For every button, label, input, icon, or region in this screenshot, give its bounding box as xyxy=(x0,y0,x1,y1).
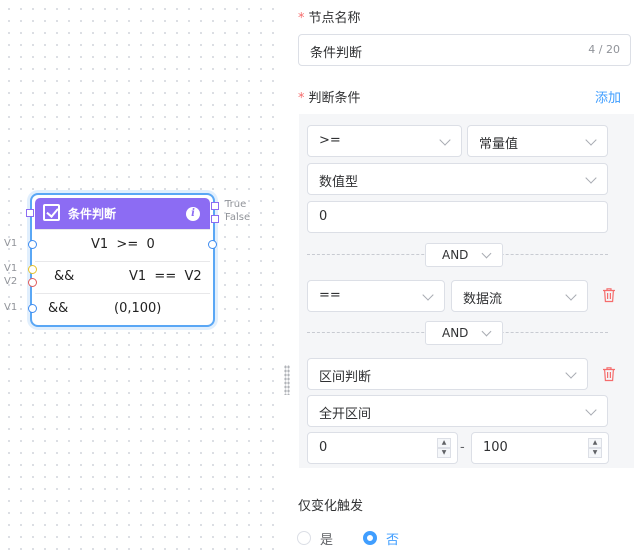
output-label-false: False xyxy=(225,212,251,223)
node-condition-row: && (0,100) xyxy=(35,293,210,325)
logic-and-select[interactable]: AND xyxy=(425,321,503,345)
chevron-down-icon xyxy=(481,248,492,259)
node-logic-operator: && xyxy=(48,301,69,316)
chevron-down-icon xyxy=(585,404,597,416)
node-name-label: * 节点名称 xyxy=(298,11,361,26)
port-label-v1: V1 xyxy=(4,238,18,249)
radio-no[interactable] xyxy=(363,531,377,545)
flow-canvas[interactable]: True False V1 V1 V2 V1 条件判断 i V1 >= 0 &&… xyxy=(0,0,284,557)
chevron-down-icon xyxy=(481,326,492,337)
data-type-select[interactable]: 数值型 xyxy=(307,163,608,195)
spinner-arrows-icon[interactable]: ▲ ▼ xyxy=(588,438,602,458)
input-port-v2[interactable] xyxy=(28,278,37,287)
node-name-input[interactable]: 条件判断 4 / 20 xyxy=(298,34,631,66)
input-port-v1[interactable] xyxy=(28,304,37,313)
trigger-label: 仅变化触发 xyxy=(298,499,364,514)
radio-no-label[interactable]: 否 xyxy=(386,529,399,548)
chevron-down-icon xyxy=(565,289,577,301)
interval-max-input[interactable]: 100 ▲ ▼ xyxy=(471,432,609,464)
add-condition-link[interactable]: 添加 xyxy=(595,87,621,106)
node-expression: (0,100) xyxy=(114,301,162,316)
properties-panel: * 节点名称 条件判断 4 / 20 * 判断条件 添加 >= 常量值 数值型 0 … xyxy=(290,0,636,557)
node-condition-row: && V1 == V2 xyxy=(35,261,210,293)
input-port-v1[interactable] xyxy=(28,240,37,249)
conditions-container: >= 常量值 数值型 0 AND == 数据流 AND 区间判断 全开区间 0 … xyxy=(299,114,634,468)
value-source-select[interactable]: 数据流 xyxy=(451,280,588,312)
checkbox-icon xyxy=(43,204,60,221)
trash-icon[interactable] xyxy=(602,287,616,303)
port-label-v1: V1 xyxy=(4,302,18,313)
conditions-label: * 判断条件 xyxy=(298,91,361,106)
chevron-down-icon xyxy=(585,134,597,146)
chevron-down-icon xyxy=(565,367,577,379)
radio-yes-label[interactable]: 是 xyxy=(320,529,333,548)
chevron-down-icon xyxy=(439,134,451,146)
operator-select[interactable]: 区间判断 xyxy=(307,358,588,390)
node-expression: V1 == V2 xyxy=(129,269,202,284)
output-port-false[interactable] xyxy=(211,215,219,223)
input-port-v1[interactable] xyxy=(28,265,37,274)
output-port[interactable] xyxy=(208,240,217,249)
port-label-v1: V1 xyxy=(4,263,18,274)
info-icon[interactable]: i xyxy=(186,207,200,221)
input-port[interactable] xyxy=(26,209,34,217)
spinner-arrows-icon[interactable]: ▲ ▼ xyxy=(437,438,451,458)
chevron-down-icon xyxy=(422,289,434,301)
interval-min-input[interactable]: 0 ▲ ▼ xyxy=(307,432,458,464)
constant-value-input[interactable]: 0 xyxy=(307,201,608,233)
radio-yes[interactable] xyxy=(297,531,311,545)
output-port-true[interactable] xyxy=(211,202,219,210)
value-source-select[interactable]: 常量值 xyxy=(467,125,608,157)
operator-select[interactable]: == xyxy=(307,280,445,312)
port-label-v2: V2 xyxy=(4,276,18,287)
output-label-true: True xyxy=(225,199,247,210)
condition-node[interactable]: 条件判断 i V1 >= 0 && V1 == V2 && (0,100) xyxy=(26,193,219,327)
interval-type-select[interactable]: 全开区间 xyxy=(307,395,608,427)
node-condition-row: V1 >= 0 xyxy=(35,229,210,261)
logic-and-select[interactable]: AND xyxy=(425,243,503,267)
range-separator: - xyxy=(460,440,465,455)
chevron-down-icon xyxy=(585,172,597,184)
char-counter: 4 / 20 xyxy=(588,43,620,56)
trash-icon[interactable] xyxy=(602,366,616,382)
operator-select[interactable]: >= xyxy=(307,125,462,157)
node-expression: V1 >= 0 xyxy=(91,237,155,252)
node-header: 条件判断 i xyxy=(35,198,210,229)
node-title: 条件判断 xyxy=(68,207,117,221)
node-logic-operator: && xyxy=(54,269,75,284)
